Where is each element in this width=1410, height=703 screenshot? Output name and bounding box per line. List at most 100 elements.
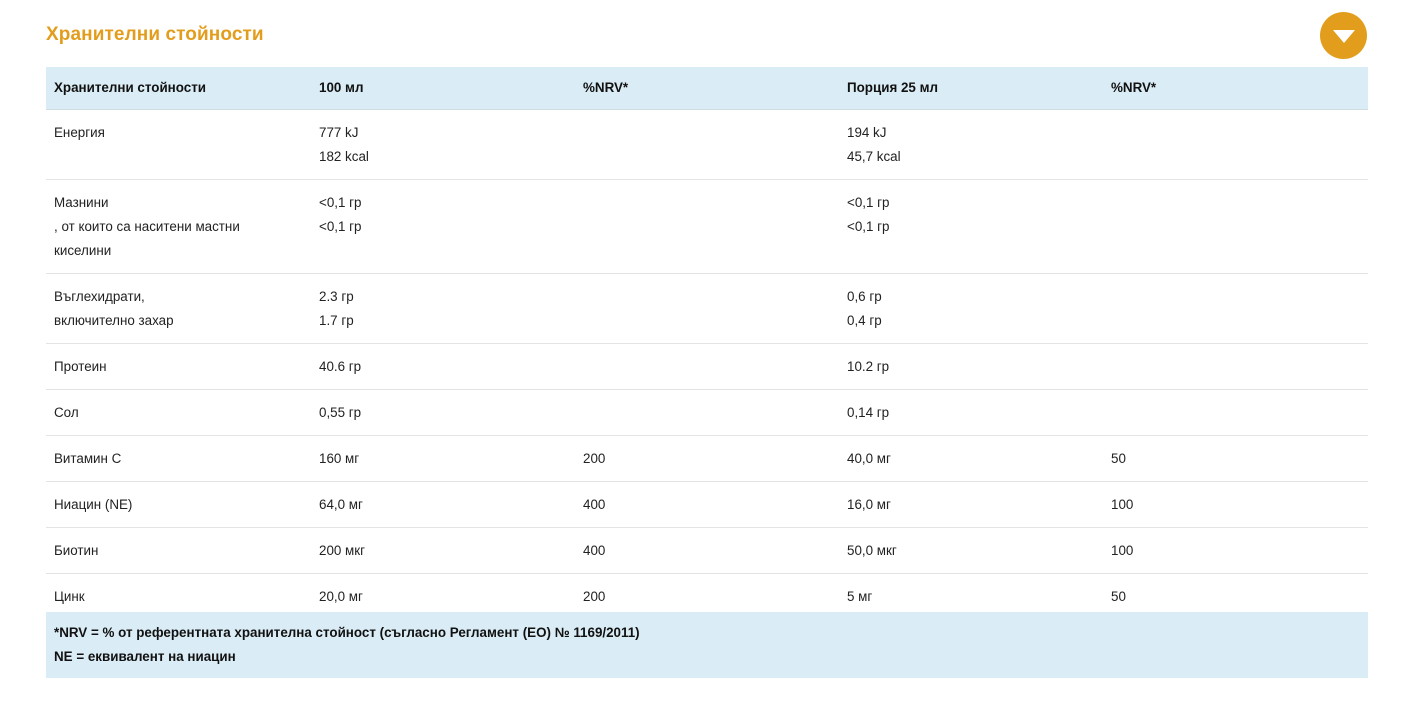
table-row: Енергия 777 kJ 182 kcal 194 kJ 45,7 kcal [46, 108, 1368, 179]
per-100ml-cell-line: 2.3 гр [319, 288, 354, 304]
per-100ml-cell: 2.3 гр 1.7 гр [311, 272, 575, 343]
per-100ml-cell: 200 мкг [311, 526, 575, 573]
nutrient-name-cell: Витамин С [46, 434, 311, 481]
nrv-100ml-cell: 400 [575, 526, 839, 573]
nrv-portion-cell: 100 [1103, 480, 1368, 527]
nutrient-name-cell-line: Въглехидрати, [54, 288, 145, 304]
expand-toggle-button[interactable] [1320, 12, 1367, 59]
per-100ml-cell-line: 0,55 гр [319, 404, 362, 420]
per-100ml-cell-line: 160 мг [319, 450, 360, 466]
portion-cell-line: 45,7 kcal [847, 148, 901, 164]
nutrient-name-cell: Протеин [46, 342, 311, 389]
nutrient-name-cell-line: Сол [54, 404, 79, 420]
nrv-100ml-cell-line: 200 [583, 450, 606, 466]
nrv-100ml-cell-line: 400 [583, 496, 606, 512]
nutrient-name-cell-line: Биотин [54, 542, 99, 558]
nutrient-name-cell-line: , от които са наситени мастни [54, 218, 240, 234]
per-100ml-cell: <0,1 гр <0,1 гр [311, 178, 575, 273]
nrv-portion-cell-line: 100 [1111, 542, 1134, 558]
portion-cell-line: 0,4 гр [847, 312, 882, 328]
nutrient-name-cell: Биотин [46, 526, 311, 573]
nutrient-name-cell-line: киселини [54, 242, 112, 258]
per-100ml-cell: 160 мг [311, 434, 575, 481]
portion-cell: 50,0 мкг [839, 526, 1103, 573]
section-title: Хранителни стойности [46, 24, 264, 45]
footnote-ne-definition: NE = еквивалент на ниацин [54, 649, 236, 664]
nutrient-name-cell: Ниацин (NE) [46, 480, 311, 527]
per-100ml-cell-line: 200 мкг [319, 542, 366, 558]
nrv-100ml-cell [575, 108, 839, 179]
footnote-nrv-definition: *NRV = % от референтната хранителна стой… [54, 625, 640, 640]
nrv-portion-cell [1103, 108, 1368, 179]
portion-cell-line: 16,0 мг [847, 496, 891, 512]
portion-cell: 0,14 гр [839, 388, 1103, 435]
per-100ml-cell-line: 777 kJ [319, 124, 359, 140]
table-row: Протеин 40.6 гр 10.2 гр [46, 342, 1368, 389]
nutrient-name-cell-line: Цинк [54, 588, 85, 604]
per-100ml-cell-line: <0,1 гр [319, 194, 362, 210]
table-row: Витамин С 160 мг 200 40,0 мг 50 [46, 434, 1368, 481]
portion-cell-line: <0,1 гр [847, 218, 890, 234]
portion-cell-line: <0,1 гр [847, 194, 890, 210]
nrv-100ml-cell [575, 388, 839, 435]
table-row: Сол 0,55 гр 0,14 гр [46, 388, 1368, 435]
nutrient-name-cell: Въглехидрати, включително захар [46, 272, 311, 343]
nrv-portion-cell: 50 [1103, 434, 1368, 481]
portion-cell: <0,1 гр <0,1 гр [839, 178, 1103, 273]
nutrient-name-cell-line: Протеин [54, 358, 107, 374]
nutrient-name-cell-line: Енергия [54, 124, 105, 140]
per-100ml-cell: 777 kJ 182 kcal [311, 108, 575, 179]
portion-cell: 40,0 мг [839, 434, 1103, 481]
nrv-portion-cell [1103, 178, 1368, 273]
table-row: Въглехидрати, включително захар 2.3 гр 1.7 … [46, 272, 1368, 343]
nutrient-name-cell: Енергия [46, 108, 311, 179]
nrv-100ml-cell [575, 272, 839, 343]
nrv-100ml-cell-line: 200 [583, 588, 606, 604]
table-row: Ниацин (NE) 64,0 мг 400 16,0 мг 100 [46, 480, 1368, 527]
per-100ml-cell-line: 1.7 гр [319, 312, 354, 328]
column-header-per-100ml: 100 мл [311, 67, 575, 109]
portion-cell-line: 5 мг [847, 588, 873, 604]
portion-cell: 194 kJ 45,7 kcal [839, 108, 1103, 179]
portion-cell-line: 50,0 мкг [847, 542, 897, 558]
portion-cell: 16,0 мг [839, 480, 1103, 527]
column-header-portion: Порция 25 мл [839, 67, 1103, 109]
nrv-portion-cell-line: 100 [1111, 496, 1134, 512]
nrv-100ml-cell: 400 [575, 480, 839, 527]
portion-cell-line: 10.2 гр [847, 358, 890, 374]
table-body: Енергия 777 kJ 182 kcal 194 kJ 45,7 kcal Мазн… [46, 108, 1368, 665]
portion-cell: 0,6 гр 0,4 гр [839, 272, 1103, 343]
column-header-nutrient: Хранителни стойности [46, 67, 311, 109]
portion-cell-line: 194 kJ [847, 124, 887, 140]
nrv-100ml-cell: 200 [575, 434, 839, 481]
portion-cell-line: 40,0 мг [847, 450, 891, 466]
per-100ml-cell-line: 64,0 мг [319, 496, 363, 512]
portion-cell: 10.2 гр [839, 342, 1103, 389]
nutrition-table: Хранителни стойности 100 мл %NRV* Порция… [46, 67, 1368, 665]
nutrient-name-cell: Мазнини , от които са наситени мастни кисе… [46, 178, 311, 273]
nrv-100ml-cell-line: 400 [583, 542, 606, 558]
nrv-portion-cell: 100 [1103, 526, 1368, 573]
nrv-portion-cell-line: 50 [1111, 588, 1126, 604]
portion-cell-line: 0,6 гр [847, 288, 882, 304]
chevron-down-icon [1333, 30, 1355, 43]
per-100ml-cell: 0,55 гр [311, 388, 575, 435]
nutrient-name-cell-line: Мазнини [54, 194, 109, 210]
per-100ml-cell-line: 20,0 мг [319, 588, 363, 604]
nrv-portion-cell [1103, 272, 1368, 343]
column-header-nrv-100ml: %NRV* [575, 67, 839, 109]
nutrient-name-cell-line: включително захар [54, 312, 174, 328]
footnote: *NRV = % от референтната хранителна стой… [46, 612, 1368, 678]
portion-cell-line: 0,14 гр [847, 404, 890, 420]
nrv-100ml-cell [575, 178, 839, 273]
section-header: Хранителни стойности [46, 0, 1368, 68]
table-row: Мазнини , от които са наситени мастни кисе… [46, 178, 1368, 273]
column-header-nrv-portion: %NRV* [1103, 67, 1368, 109]
table-row: Биотин 200 мкг 400 50,0 мкг 100 [46, 526, 1368, 573]
nrv-100ml-cell [575, 342, 839, 389]
per-100ml-cell-line: <0,1 гр [319, 218, 362, 234]
table-header-row: Хранителни стойности 100 мл %NRV* Порция… [46, 67, 1368, 109]
per-100ml-cell-line: 40.6 гр [319, 358, 362, 374]
nrv-portion-cell [1103, 342, 1368, 389]
nrv-portion-cell-line: 50 [1111, 450, 1126, 466]
